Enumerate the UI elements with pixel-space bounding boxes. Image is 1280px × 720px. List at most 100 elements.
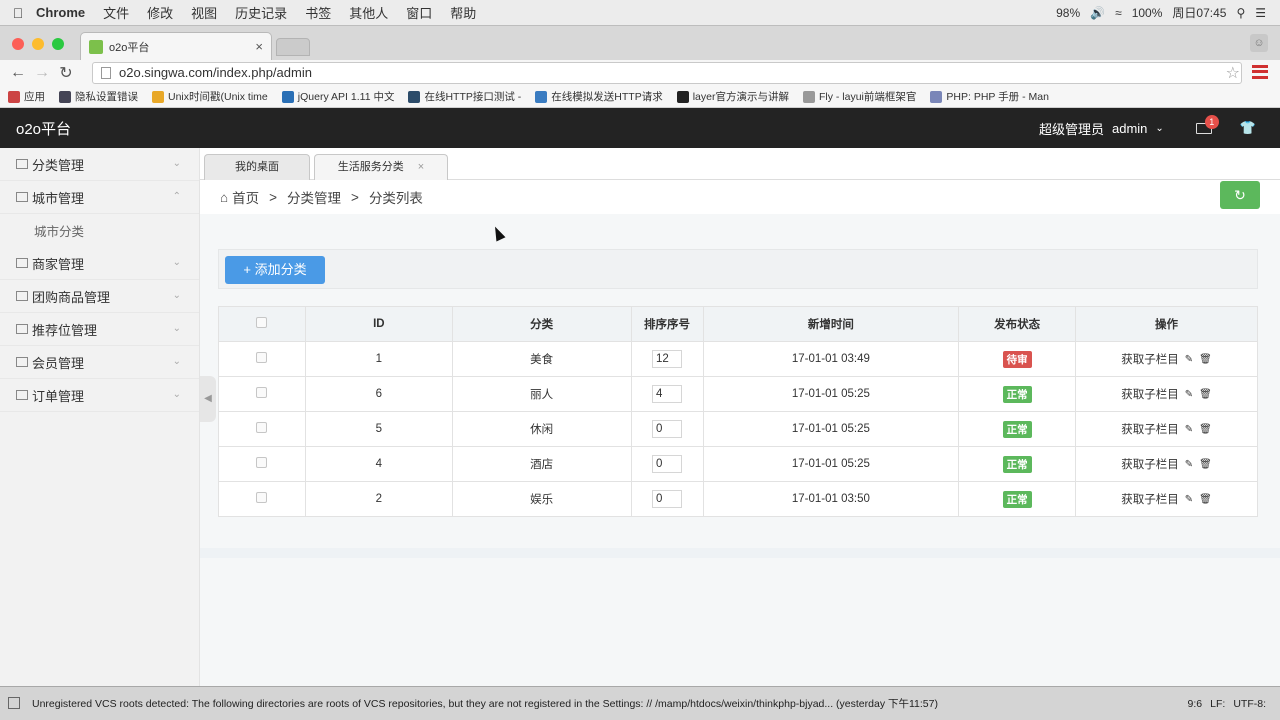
status-badge[interactable]: 正常 [1002, 455, 1032, 473]
skin-icon[interactable]: 👕 [1240, 120, 1256, 136]
menu-view[interactable]: 视图 [191, 3, 217, 22]
edit-icon[interactable]: ✎ [1185, 354, 1193, 365]
sidebar-item-city[interactable]: 城市管理 ⌃ [0, 181, 199, 214]
sidebar-item-category[interactable]: 分类管理 ⌄ [0, 148, 199, 181]
tab-my-desk[interactable]: 我的桌面 [204, 154, 310, 180]
notification-list-icon[interactable]: ☰ [1255, 6, 1266, 20]
url-bar[interactable]: o2o.singwa.com/index.php/admin [92, 62, 1242, 84]
wifi-icon[interactable]: ≈ [1115, 6, 1122, 20]
status-badge[interactable]: 正常 [1002, 490, 1032, 508]
trash-icon[interactable]: 🗑 [1199, 424, 1212, 435]
zoom-window-button[interactable] [52, 38, 64, 50]
edit-icon[interactable]: ✎ [1185, 389, 1193, 400]
column-header[interactable]: 排序序号 [630, 306, 704, 342]
volume-icon[interactable]: 🔊 [1090, 6, 1105, 20]
row-checkbox[interactable] [256, 457, 268, 468]
close-tab-icon[interactable]: × [418, 161, 424, 173]
bookmark-item[interactable]: jQuery API 1.11 中文 [281, 89, 394, 104]
sort-input[interactable]: 4 [652, 385, 683, 403]
get-children-link[interactable]: 获取子栏目 [1121, 351, 1179, 367]
sidebar-item-merchant[interactable]: 商家管理 ⌄ [0, 247, 199, 280]
chevron-down-icon[interactable]: ⌄ [1155, 123, 1163, 134]
menu-window[interactable]: 窗口 [406, 3, 432, 22]
row-checkbox[interactable] [256, 352, 268, 363]
bookmark-item[interactable]: PHP: PHP 手册 - Man [930, 89, 1049, 104]
sidebar-item-order[interactable]: 订单管理 ⌄ [0, 379, 199, 412]
bookmark-item[interactable]: Unix时间戳(Unix time [152, 89, 268, 104]
trash-icon[interactable]: 🗑 [1199, 494, 1212, 505]
bookmark-item[interactable]: 在线HTTP接口测试 - [408, 89, 521, 104]
back-icon[interactable]: ← [6, 64, 30, 82]
line-ending[interactable]: LF: [1210, 698, 1225, 710]
panel-toggle-icon[interactable] [8, 697, 20, 709]
search-icon[interactable]: ⚲ [1236, 6, 1245, 20]
edit-icon[interactable]: ✎ [1185, 459, 1193, 470]
trash-icon[interactable]: 🗑 [1199, 459, 1212, 470]
sort-input[interactable]: 12 [652, 350, 683, 368]
breadcrumb-category[interactable]: 分类管理 [287, 187, 341, 207]
bookmark-item[interactable]: Fly - layui前端框架官 [802, 89, 916, 104]
sidebar-collapse-handle[interactable]: ◀ [200, 376, 216, 422]
sidebar-item-member[interactable]: 会员管理 ⌄ [0, 346, 199, 379]
user-menu[interactable]: admin [1112, 121, 1147, 136]
menu-people[interactable]: 其他人 [349, 3, 388, 22]
breadcrumb-home[interactable]: 首页 [232, 187, 259, 207]
menu-file[interactable]: 文件 [103, 3, 129, 22]
cursor-position[interactable]: 9:6 [1188, 698, 1203, 710]
column-header[interactable]: 分类 [451, 306, 632, 342]
sidebar-item-recommend[interactable]: 推荐位管理 ⌄ [0, 313, 199, 346]
trash-icon[interactable]: 🗑 [1199, 389, 1212, 400]
edit-icon[interactable]: ✎ [1185, 494, 1193, 505]
bookmark-apps[interactable]: 应用 [8, 89, 45, 104]
forward-icon[interactable]: → [30, 64, 54, 82]
get-children-link[interactable]: 获取子栏目 [1121, 491, 1179, 507]
status-badge[interactable]: 待审 [1002, 350, 1032, 368]
select-all-checkbox[interactable] [256, 317, 268, 328]
browser-tab[interactable]: o2o平台 × [80, 32, 272, 60]
trash-icon[interactable]: 🗑 [1199, 354, 1212, 365]
bookmark-item[interactable]: 在线模拟发送HTTP请求 [535, 89, 663, 104]
column-header[interactable]: 操作 [1075, 306, 1258, 342]
chrome-menu-icon[interactable] [1252, 65, 1268, 79]
bookmark-star-icon[interactable]: ☆ [1226, 63, 1240, 83]
menu-bookmarks[interactable]: 书签 [305, 3, 331, 22]
app-logo[interactable]: o2o平台 [0, 118, 71, 139]
add-category-button[interactable]: + 添加分类 [225, 256, 325, 284]
close-window-button[interactable] [12, 38, 24, 50]
row-checkbox[interactable] [256, 387, 268, 398]
clock[interactable]: 周日07:45 [1172, 4, 1226, 21]
bookmark-item[interactable]: 隐私设置错误 [59, 89, 138, 104]
bookmark-item[interactable]: layer官方演示与讲解 [676, 89, 789, 104]
edit-icon[interactable]: ✎ [1185, 424, 1193, 435]
encoding[interactable]: UTF-8: [1233, 698, 1266, 710]
sidebar-subitem-city-category[interactable]: 城市分类 [0, 214, 199, 247]
status-badge[interactable]: 正常 [1002, 385, 1032, 403]
sort-input[interactable]: 0 [652, 420, 683, 438]
row-checkbox[interactable] [256, 422, 268, 433]
refresh-button[interactable]: ↻ [1220, 181, 1260, 209]
column-header[interactable]: ID [304, 306, 453, 342]
minimize-window-button[interactable] [32, 38, 44, 50]
menu-history[interactable]: 历史记录 [235, 3, 287, 22]
sidebar-item-group-goods[interactable]: 团购商品管理 ⌄ [0, 280, 199, 313]
column-header[interactable]: 新增时间 [702, 306, 960, 342]
app-name-menu[interactable]: Chrome [36, 5, 85, 20]
get-children-link[interactable]: 获取子栏目 [1121, 386, 1179, 402]
sort-input[interactable]: 0 [652, 490, 683, 508]
menu-edit[interactable]: 修改 [147, 3, 173, 22]
status-message[interactable]: Unregistered VCS roots detected: The fol… [32, 696, 938, 711]
get-children-link[interactable]: 获取子栏目 [1121, 456, 1179, 472]
tab-life-service-category[interactable]: 生活服务分类 × [314, 154, 448, 180]
status-badge[interactable]: 正常 [1002, 420, 1032, 438]
close-tab-icon[interactable]: × [255, 39, 263, 54]
mail-icon[interactable]: 1 [1195, 114, 1219, 134]
new-tab-button[interactable] [276, 38, 310, 56]
sort-input[interactable]: 0 [652, 455, 683, 473]
get-children-link[interactable]: 获取子栏目 [1121, 421, 1179, 437]
column-header[interactable]: 发布状态 [958, 306, 1077, 342]
profile-icon[interactable]: ☺ [1250, 34, 1268, 52]
menu-help[interactable]: 帮助 [450, 3, 476, 22]
reload-icon[interactable]: ↻ [54, 63, 78, 83]
apple-icon[interactable]:  [0, 5, 36, 21]
row-checkbox[interactable] [256, 492, 268, 503]
